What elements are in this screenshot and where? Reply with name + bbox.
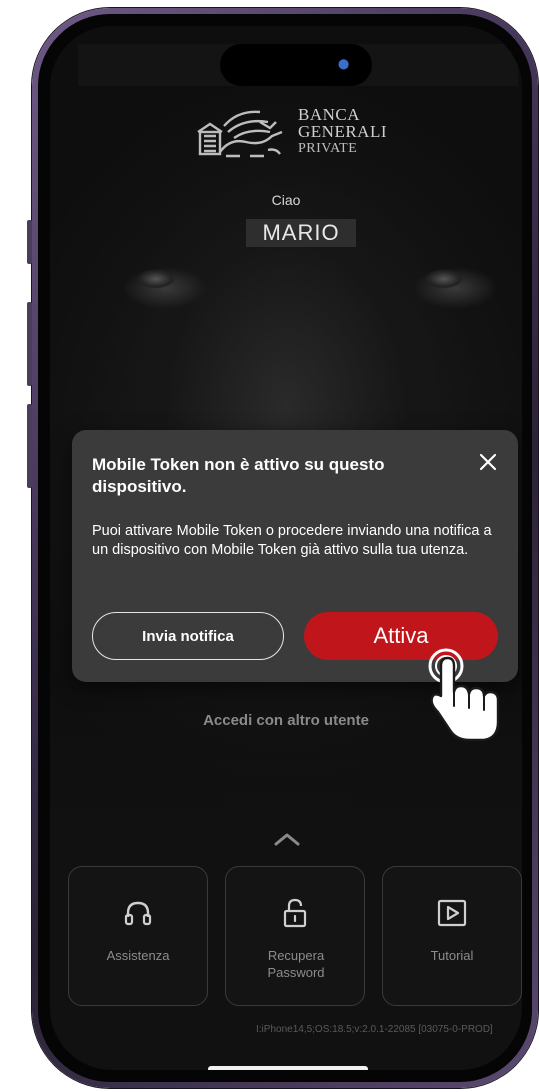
- action-button: [27, 220, 32, 264]
- bank-name-line2: GENERALI: [298, 122, 387, 141]
- greeting-text: Ciao: [271, 192, 301, 208]
- device-info-text: I:iPhone14,5;OS:18.5;v:2.0.1-22085 [0307…: [256, 1024, 493, 1035]
- bank-name-line1: BANCA: [298, 105, 361, 124]
- volume-down-button: [27, 404, 32, 488]
- island-indicator-icon: ⬤: [338, 59, 350, 70]
- lion-eye-left: [138, 270, 174, 288]
- tile-label: Recupera Password: [267, 948, 325, 980]
- home-indicator[interactable]: [208, 1066, 368, 1070]
- tile-label: Tutorial: [430, 948, 474, 963]
- dialog-message: Puoi attivare Mobile Token o procedere i…: [92, 523, 492, 558]
- dialog-title: Mobile Token non è attivo su questo disp…: [92, 455, 385, 496]
- tile-recupera-password[interactable]: Recupera Password: [225, 866, 365, 1006]
- tile-assistenza[interactable]: Assistenza: [68, 866, 208, 1006]
- tap-hand-icon: [428, 648, 500, 742]
- chevron-up-icon[interactable]: [274, 832, 300, 846]
- play-icon: [437, 899, 467, 927]
- bank-name-line3: PRIVATE: [298, 141, 358, 156]
- bank-logo: BANCA GENERALI PRIVATE: [190, 106, 400, 162]
- username-label: MARIO: [246, 219, 356, 247]
- tile-label: Assistenza: [106, 948, 170, 963]
- send-notification-button[interactable]: Invia notifica: [92, 612, 284, 660]
- app-screen: ⬤ BANCA GENERALI PRIVATE Ciao MARIO Acce…: [50, 26, 522, 1070]
- stage: ⬤ BANCA GENERALI PRIVATE Ciao MARIO Acce…: [0, 0, 539, 1092]
- tile-tutorial[interactable]: Tutorial: [382, 866, 522, 1006]
- volume-up-button: [27, 302, 32, 386]
- headset-icon: [124, 901, 152, 926]
- close-icon[interactable]: [476, 450, 500, 474]
- winged-lion-logo-icon: [197, 110, 283, 158]
- lion-eye-right: [426, 270, 462, 288]
- bank-name: BANCA GENERALI PRIVATE: [298, 106, 408, 157]
- unlock-icon: [283, 898, 307, 928]
